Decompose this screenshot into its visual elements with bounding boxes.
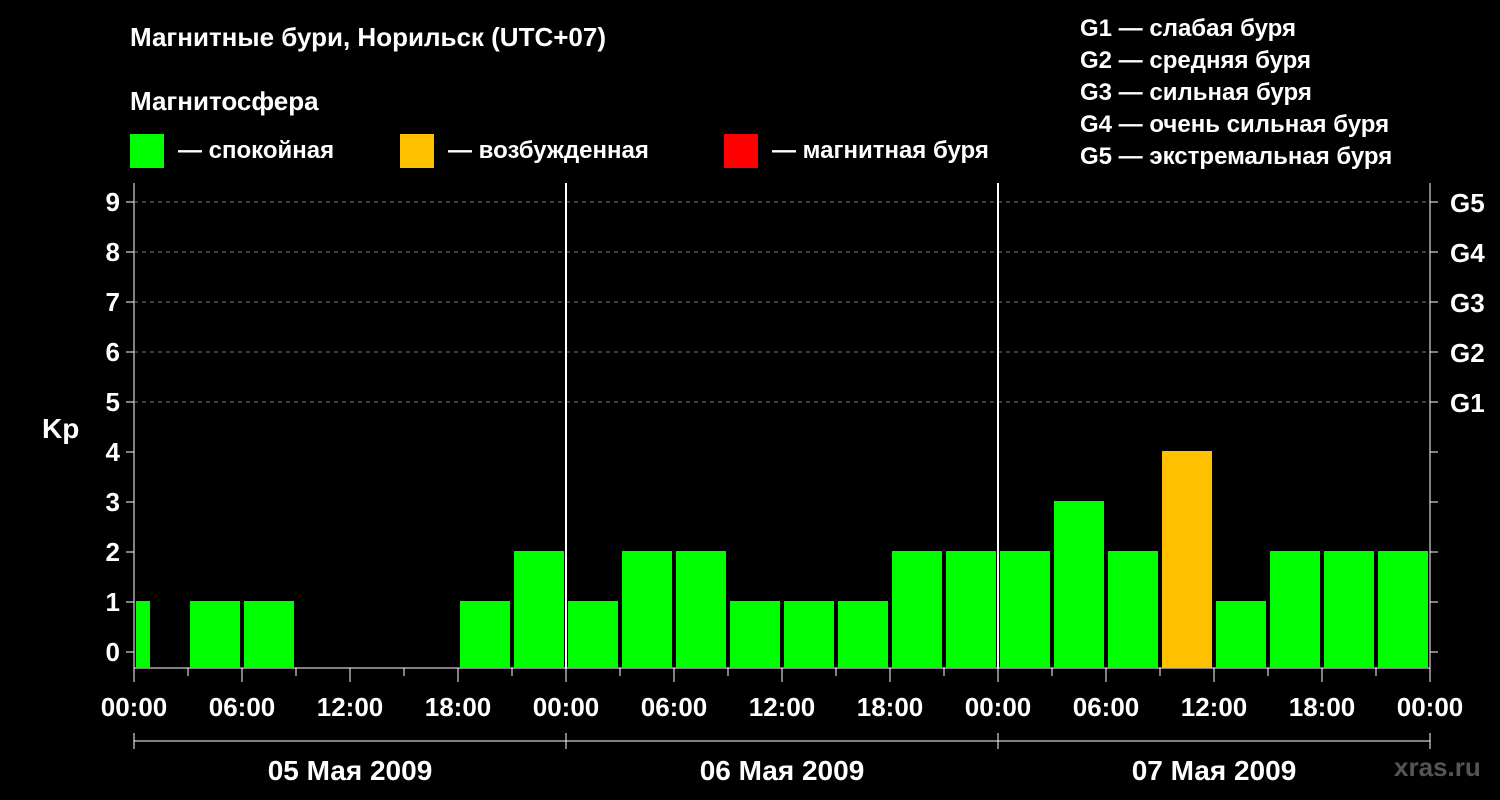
day-label: 05 Мая 2009 [268,755,433,786]
kp-bar [514,551,564,668]
kp-bar [730,601,780,668]
kp-bar [838,601,888,668]
y-tick-label: 7 [106,287,120,317]
x-tick-label: 00:00 [1397,692,1464,722]
kp-bar [568,601,618,668]
x-tick-label: 12:00 [749,692,816,722]
kp-bar [1324,551,1374,668]
x-tick-label: 00:00 [101,692,168,722]
kp-bar [946,551,996,668]
watermark: xras.ru [1394,752,1481,782]
kp-bar [244,601,294,668]
y-tick-label: 3 [106,487,120,517]
y-tick-label: 2 [106,537,120,567]
x-tick-label: 06:00 [641,692,708,722]
g-label-g4: G4 [1450,238,1485,268]
y-tick-label: 8 [106,237,120,267]
y-tick-label: 5 [106,387,120,417]
kp-bar [460,601,510,668]
x-tick-label: 18:00 [425,692,492,722]
day-label: 06 Мая 2009 [700,755,865,786]
g-label-g1: G1 [1450,388,1485,418]
y-tick-label: 6 [106,337,120,367]
kp-bar [1162,451,1212,668]
x-tick-label: 18:00 [857,692,924,722]
g-label-g5: G5 [1450,188,1485,218]
kp-bar [1270,551,1320,668]
kp-bar [1216,601,1266,668]
y-tick-label: 1 [106,587,120,617]
kp-bar [1054,501,1104,668]
x-tick-label: 06:00 [1073,692,1140,722]
x-tick-label: 06:00 [209,692,276,722]
kp-bar [1000,551,1050,668]
x-tick-label: 00:00 [533,692,600,722]
kp-bar [136,601,150,668]
kp-bar [784,601,834,668]
x-tick-label: 18:00 [1289,692,1356,722]
kp-chart: 0 1 2 3 4 5 6 7 8 9 Kp G1 G2 G3 G4 G5 00:00 06:00 12:00 18:… [42,183,1485,786]
kp-bar [1378,551,1428,668]
g-label-g2: G2 [1450,338,1485,368]
kp-bar [190,601,240,668]
y-tick-label: 4 [106,437,121,467]
kp-bar [1108,551,1158,668]
kp-bar [676,551,726,668]
g-label-g3: G3 [1450,288,1485,318]
y-tick-label: 9 [106,187,120,217]
y-axis-title: Kp [42,413,79,444]
y-tick-label: 0 [106,637,120,667]
x-tick-label: 12:00 [317,692,384,722]
day-label: 07 Мая 2009 [1132,755,1297,786]
x-tick-label: 00:00 [965,692,1032,722]
x-tick-label: 12:00 [1181,692,1248,722]
kp-bar [622,551,672,668]
kp-bar [892,551,942,668]
